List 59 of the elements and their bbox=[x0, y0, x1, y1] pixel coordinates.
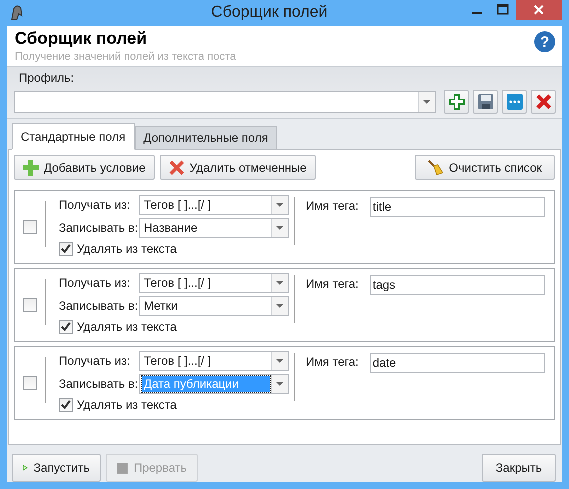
play-icon bbox=[23, 462, 28, 474]
target-label: Записывать в: bbox=[59, 377, 139, 391]
caret-icon bbox=[276, 280, 284, 286]
tag-field[interactable]: title bbox=[370, 197, 545, 217]
profile-label: Профиль: bbox=[18, 71, 76, 85]
source-combobox[interactable]: Тегов [ ]...[/ ] bbox=[139, 273, 289, 293]
source-label: Получать из: bbox=[59, 276, 132, 290]
remove-checkbox[interactable] bbox=[59, 242, 73, 256]
save-button[interactable] bbox=[473, 90, 498, 114]
tag-label: Имя тега: bbox=[306, 354, 359, 371]
toolbar-button[interactable]: Удалить отмеченные bbox=[160, 155, 316, 180]
help-icon[interactable]: ? bbox=[534, 31, 556, 53]
remove-checkbox[interactable] bbox=[59, 320, 73, 334]
tab[interactable]: Стандартные поля bbox=[12, 123, 135, 150]
ellipsis-icon bbox=[506, 94, 522, 110]
app-icon bbox=[9, 4, 25, 22]
source-combobox[interactable]: Тегов [ ]...[/ ] bbox=[139, 195, 289, 215]
caret-icon bbox=[276, 202, 284, 208]
remove-label: Удалять из текста bbox=[77, 242, 177, 256]
select-checkbox[interactable] bbox=[23, 220, 37, 234]
tag-field[interactable]: date bbox=[370, 353, 545, 373]
toolbar-button[interactable]: Добавить условие bbox=[14, 155, 155, 180]
header-title: Сборщик полей bbox=[15, 29, 148, 49]
floppy-icon bbox=[478, 94, 494, 110]
footer-button[interactable]: Запустить bbox=[12, 454, 101, 482]
select-checkbox[interactable] bbox=[23, 298, 37, 312]
tag-field[interactable]: tags bbox=[370, 275, 545, 295]
header-subtitle: Получение значений полей из текста поста bbox=[15, 51, 236, 63]
stop-icon bbox=[117, 462, 128, 474]
footer-button[interactable]: Закрыть bbox=[482, 454, 556, 482]
target-label: Записывать в: bbox=[59, 299, 139, 313]
remove-label: Удалять из текста bbox=[77, 398, 177, 412]
source-label: Получать из: bbox=[59, 354, 132, 368]
caret-icon bbox=[276, 358, 284, 364]
caret-icon bbox=[423, 100, 431, 104]
tag-label: Имя тега: bbox=[306, 198, 359, 215]
caret-icon bbox=[276, 226, 284, 230]
toolbar-button[interactable]: Очистить список bbox=[415, 155, 555, 180]
plus-icon bbox=[448, 94, 464, 110]
close-icon[interactable] bbox=[516, 0, 562, 20]
window-title: Сборщик полей bbox=[211, 4, 328, 22]
target-label: Записывать в: bbox=[59, 221, 139, 235]
tag-label: Имя тега: bbox=[306, 276, 359, 293]
cross-icon bbox=[536, 94, 552, 110]
cross-icon bbox=[168, 160, 185, 176]
plus-icon bbox=[23, 160, 39, 176]
tab[interactable]: Дополнительные поля bbox=[134, 126, 278, 150]
target-combobox[interactable]: Метки bbox=[139, 296, 289, 316]
target-combobox[interactable]: Название bbox=[139, 218, 289, 238]
remove-checkbox[interactable] bbox=[59, 398, 73, 412]
select-checkbox[interactable] bbox=[23, 376, 37, 390]
broom-icon bbox=[428, 160, 444, 176]
source-label: Получать из: bbox=[59, 198, 132, 212]
caret-icon bbox=[276, 382, 284, 386]
remove-label: Удалять из текста bbox=[77, 320, 177, 334]
add-profile-button[interactable] bbox=[444, 90, 469, 114]
source-combobox[interactable]: Тегов [ ]...[/ ] bbox=[139, 351, 289, 371]
caret-icon bbox=[276, 304, 284, 308]
delete-profile-button[interactable] bbox=[531, 90, 556, 114]
